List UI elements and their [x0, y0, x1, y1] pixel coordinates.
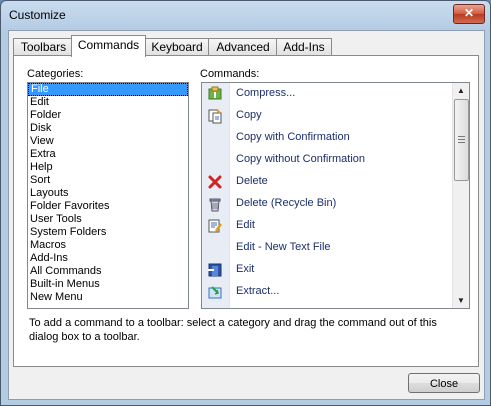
extract-icon — [207, 284, 223, 300]
category-item[interactable]: New Menu — [28, 291, 188, 304]
category-item[interactable]: Macros — [28, 239, 188, 252]
exit-icon — [207, 262, 223, 278]
category-item[interactable]: Folder Favorites — [28, 200, 188, 213]
scrollbar-thumb[interactable] — [454, 99, 469, 181]
customize-dialog: Customize ✕ Toolbars Commands Keyboard A… — [0, 0, 491, 406]
command-item[interactable]: Exit — [202, 259, 452, 281]
recycle-bin-icon — [207, 196, 223, 212]
command-label: Exit — [236, 263, 255, 275]
command-item[interactable]: Delete — [202, 171, 452, 193]
tab-commands[interactable]: Commands — [71, 35, 146, 57]
category-item[interactable]: View — [28, 135, 188, 148]
command-label: Copy with Confirmation — [236, 131, 350, 143]
commands-scrollbar[interactable]: ▲ ▼ — [452, 83, 469, 308]
command-item[interactable]: Delete (Recycle Bin) — [202, 193, 452, 215]
category-item[interactable]: Disk — [28, 122, 188, 135]
scroll-up-arrow-icon[interactable]: ▲ — [453, 83, 469, 98]
grip-line — [458, 142, 465, 143]
category-item[interactable]: Add-Ins — [28, 252, 188, 265]
title-bar[interactable]: Customize ✕ — [1, 1, 490, 29]
command-label: Copy — [236, 109, 262, 121]
category-item[interactable]: Help — [28, 161, 188, 174]
category-item[interactable]: All Commands — [28, 265, 188, 278]
command-item[interactable]: Copy with Confirmation — [202, 127, 452, 149]
category-item[interactable]: Sort — [28, 174, 188, 187]
tab-add-ins[interactable]: Add-Ins — [276, 38, 332, 56]
window-title: Customize — [9, 8, 66, 22]
instructions-text: To add a command to a toolbar: select a … — [29, 317, 437, 343]
categories-label: Categories: — [27, 68, 84, 80]
scroll-down-arrow-icon[interactable]: ▼ — [453, 293, 469, 308]
command-label: Edit — [236, 219, 255, 231]
category-item[interactable]: Folder — [28, 109, 188, 122]
copy-icon — [207, 108, 223, 124]
window-close-button[interactable]: ✕ — [453, 4, 485, 24]
command-label: Edit - New Text File — [236, 241, 331, 253]
close-button[interactable]: Close — [408, 373, 480, 393]
command-item[interactable]: Extract... — [202, 281, 452, 303]
command-label: Compress... — [236, 87, 296, 99]
category-item[interactable]: System Folders — [28, 226, 188, 239]
commands-listbox[interactable]: Compress... Copy Copy with Confirmation … — [201, 82, 470, 309]
category-item[interactable]: Layouts — [28, 187, 188, 200]
grip-line — [458, 139, 465, 140]
category-item[interactable]: Built-in Menus — [28, 278, 188, 291]
tab-toolbars[interactable]: Toolbars — [13, 38, 74, 56]
category-item-file[interactable]: File — [28, 83, 188, 96]
delete-x-icon — [207, 174, 223, 190]
tab-keyboard[interactable]: Keyboard — [144, 38, 210, 56]
command-item[interactable]: Compress... — [202, 83, 452, 105]
command-item[interactable]: Edit — [202, 215, 452, 237]
command-label: Extract... — [236, 285, 280, 297]
compress-icon — [207, 86, 223, 102]
tab-advanced[interactable]: Advanced — [208, 38, 278, 56]
commands-label: Commands: — [200, 68, 260, 80]
dialog-body: Toolbars Commands Keyboard Advanced Add-… — [8, 30, 485, 400]
commands-tab-panel: Categories: Commands: File Edit Folder D… — [13, 55, 479, 367]
command-item[interactable]: Copy — [202, 105, 452, 127]
edit-icon — [207, 218, 223, 234]
command-item[interactable]: Copy without Confirmation — [202, 149, 452, 171]
command-label: Delete (Recycle Bin) — [236, 197, 337, 209]
grip-line — [458, 136, 465, 137]
category-item[interactable]: Extra — [28, 148, 188, 161]
command-item[interactable]: Edit - New Text File — [202, 237, 452, 259]
command-label: Copy without Confirmation — [236, 153, 366, 165]
categories-listbox[interactable]: File Edit Folder Disk View Extra Help So… — [27, 82, 189, 309]
category-item[interactable]: User Tools — [28, 213, 188, 226]
command-label: Delete — [236, 175, 268, 187]
category-item[interactable]: Edit — [28, 96, 188, 109]
